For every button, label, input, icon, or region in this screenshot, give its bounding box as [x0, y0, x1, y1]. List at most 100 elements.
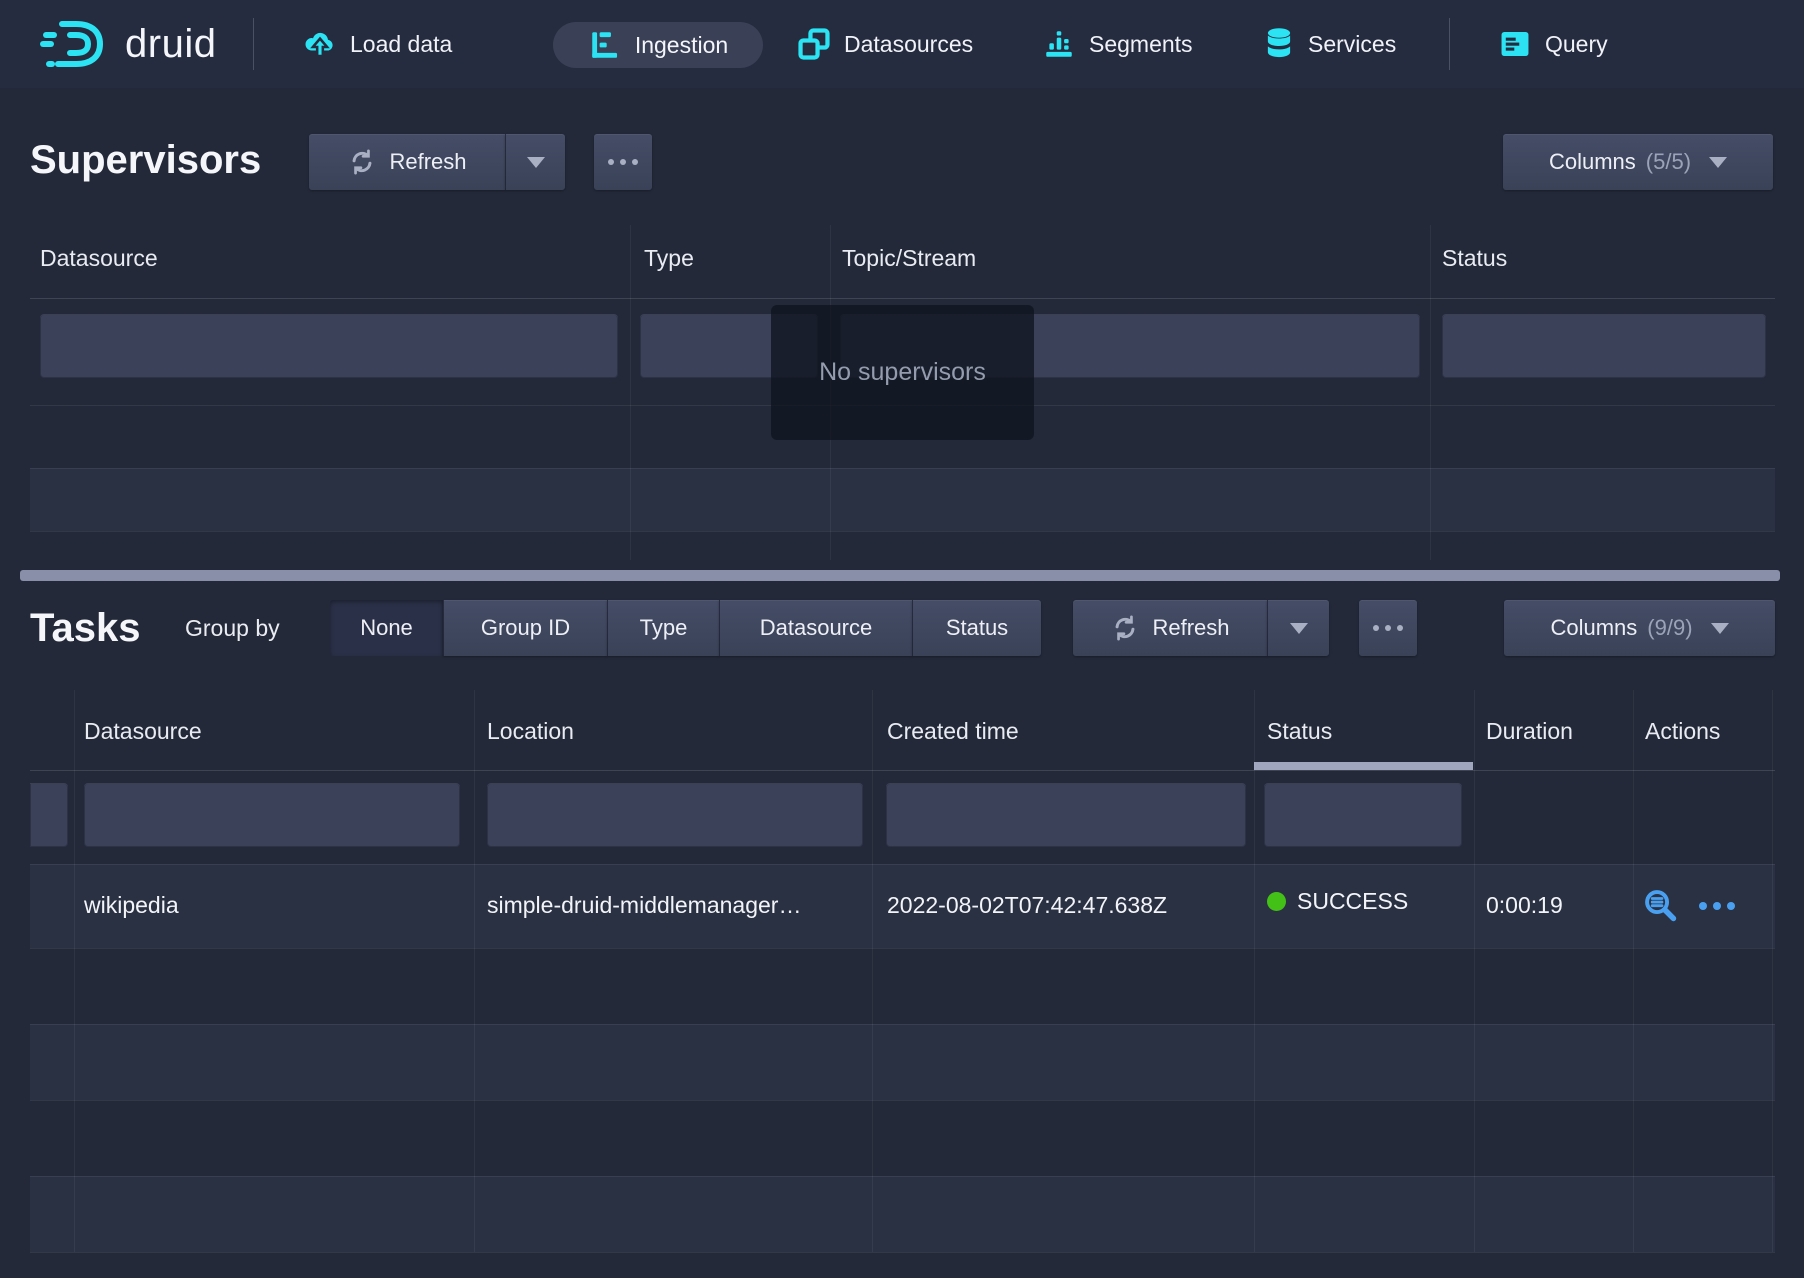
refresh-label: Refresh — [1152, 615, 1229, 641]
tasks-refresh-group: Refresh — [1073, 600, 1329, 656]
column-header-datasource[interactable]: Datasource — [40, 245, 158, 272]
header-underline — [30, 298, 1775, 299]
druid-logo-icon — [40, 18, 110, 70]
group-by-button-group: None Group ID Type Datasource Status — [330, 600, 1041, 656]
task-location-cell: simple-druid-middlemanager… — [487, 892, 801, 919]
chevron-down-icon — [1711, 623, 1729, 634]
nav-item-services[interactable]: Services — [1263, 0, 1396, 88]
column-header-created-time[interactable]: Created time — [887, 718, 1019, 745]
refresh-label: Refresh — [389, 149, 466, 175]
columns-label: Columns — [1549, 149, 1636, 175]
column-header-topic-stream[interactable]: Topic/Stream — [842, 245, 976, 272]
tasks-refresh-dropdown-button[interactable] — [1267, 600, 1329, 656]
task-more-actions-icon[interactable] — [1699, 902, 1735, 910]
supervisors-title: Supervisors — [30, 138, 261, 183]
column-divider — [1772, 690, 1773, 1252]
supervisors-refresh-button[interactable]: Refresh — [309, 134, 505, 190]
chevron-down-icon — [1290, 623, 1308, 634]
column-divider — [474, 690, 475, 1252]
task-duration-cell: 0:00:19 — [1486, 892, 1563, 919]
supervisors-more-button[interactable] — [594, 134, 652, 190]
nav-item-segments[interactable]: Segments — [1042, 0, 1193, 88]
supervisors-columns-button[interactable]: Columns (5/5) — [1503, 134, 1773, 190]
more-icon — [608, 159, 638, 165]
group-by-none-button[interactable]: None — [330, 600, 443, 656]
supervisors-refresh-group: Refresh — [309, 134, 565, 190]
datasources-icon — [797, 27, 831, 61]
segments-icon — [1042, 27, 1076, 61]
column-divider — [1254, 690, 1255, 1252]
nav-item-label: Query — [1545, 31, 1608, 58]
refresh-icon — [1110, 613, 1140, 643]
column-divider — [872, 690, 873, 1252]
refresh-icon — [347, 147, 377, 177]
cloud-upload-icon — [303, 27, 337, 61]
column-header-duration[interactable]: Duration — [1486, 718, 1573, 745]
chevron-down-icon — [1709, 157, 1727, 168]
status-filter-input[interactable] — [1442, 314, 1766, 378]
column-header-type[interactable]: Type — [644, 245, 694, 272]
druid-logo[interactable]: druid — [40, 0, 216, 88]
table-row — [30, 1024, 1775, 1100]
nav-item-ingestion[interactable]: Ingestion — [553, 22, 763, 68]
row-divider — [30, 468, 1775, 469]
task-status-cell: SUCCESS — [1267, 888, 1408, 915]
column-divider — [1633, 690, 1634, 1252]
column-divider — [1474, 690, 1475, 1252]
group-by-type-button[interactable]: Type — [607, 600, 719, 656]
top-nav: druid Load data Ingestion — [0, 0, 1804, 88]
horizontal-scrollbar[interactable] — [20, 570, 1780, 581]
services-icon — [1263, 27, 1295, 61]
table-row — [30, 468, 1775, 531]
sort-indicator — [1254, 762, 1473, 770]
created-time-filter-input[interactable] — [886, 783, 1246, 847]
row-divider — [30, 531, 1775, 532]
logo-text: druid — [125, 22, 216, 67]
clipped-filter-input[interactable] — [30, 783, 68, 847]
tasks-more-button[interactable] — [1359, 600, 1417, 656]
datasource-filter-input[interactable] — [84, 783, 460, 847]
supervisors-refresh-dropdown-button[interactable] — [505, 134, 565, 190]
nav-item-label: Load data — [350, 31, 452, 58]
row-divider — [30, 1252, 1775, 1253]
nav-item-load-data[interactable]: Load data — [303, 0, 452, 88]
tasks-columns-button[interactable]: Columns (9/9) — [1504, 600, 1775, 656]
nav-item-datasources[interactable]: Datasources — [797, 0, 973, 88]
group-by-datasource-button[interactable]: Datasource — [719, 600, 912, 656]
column-divider — [74, 690, 75, 1252]
column-header-location[interactable]: Location — [487, 718, 574, 745]
row-divider — [30, 864, 1775, 865]
column-header-status[interactable]: Status — [1442, 245, 1507, 272]
status-text: SUCCESS — [1297, 888, 1408, 915]
tasks-refresh-button[interactable]: Refresh — [1073, 600, 1267, 656]
more-icon — [1373, 625, 1403, 631]
column-divider — [1430, 225, 1431, 560]
success-status-dot-icon — [1267, 892, 1286, 911]
task-actions-cell — [1643, 888, 1735, 924]
nav-item-label: Segments — [1089, 31, 1193, 58]
column-divider — [630, 225, 631, 560]
status-filter-input[interactable] — [1264, 783, 1462, 847]
datasource-filter-input[interactable] — [40, 314, 618, 378]
nav-item-query[interactable]: Query — [1498, 0, 1608, 88]
columns-label: Columns — [1550, 615, 1637, 641]
task-detail-magnifier-icon[interactable] — [1643, 888, 1679, 924]
druid-console: druid Load data Ingestion — [0, 0, 1804, 1278]
columns-count: (9/9) — [1647, 615, 1692, 641]
column-header-datasource[interactable]: Datasource — [84, 718, 202, 745]
row-divider — [30, 1024, 1775, 1025]
location-filter-input[interactable] — [487, 783, 863, 847]
columns-count: (5/5) — [1646, 149, 1691, 175]
no-supervisors-overlay: No supervisors — [771, 305, 1034, 440]
tasks-title: Tasks — [30, 606, 140, 651]
ingestion-icon — [588, 28, 622, 62]
row-divider — [30, 1176, 1775, 1177]
column-header-actions[interactable]: Actions — [1645, 718, 1720, 745]
group-by-group-id-button[interactable]: Group ID — [443, 600, 607, 656]
nav-divider — [253, 18, 254, 70]
table-row — [30, 1176, 1775, 1252]
row-divider — [30, 948, 1775, 949]
task-created-time-cell: 2022-08-02T07:42:47.638Z — [887, 892, 1167, 919]
group-by-status-button[interactable]: Status — [912, 600, 1041, 656]
column-header-status-sorted[interactable]: Status — [1267, 718, 1332, 745]
